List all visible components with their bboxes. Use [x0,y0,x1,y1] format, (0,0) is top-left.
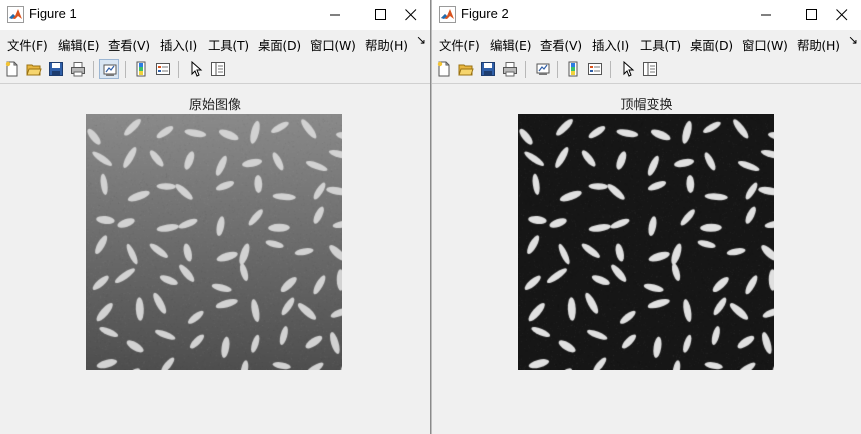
printer-icon [70,61,86,77]
property-panel-icon [210,61,226,77]
folder-open-icon [26,61,42,77]
menu-help[interactable]: 帮助(H) [797,35,840,54]
toolbar-separator [93,61,94,78]
toolbar [432,56,861,84]
colorbar-icon [565,61,581,77]
menu-edit[interactable]: 编辑(E) [58,35,99,54]
new-figure-button[interactable] [2,59,22,79]
insert-colorbar-button[interactable] [563,59,583,79]
link-plot-button[interactable] [533,59,553,79]
minimize-icon [760,9,772,21]
save-icon [480,61,496,77]
new-file-icon [436,61,452,77]
close-icon [836,9,848,21]
menu-file[interactable]: 文件(F) [7,35,47,54]
property-inspector-button[interactable] [208,59,228,79]
arrow-cursor-icon [188,61,204,77]
close-icon [405,9,417,21]
new-file-icon [4,61,20,77]
property-inspector-button[interactable] [640,59,660,79]
maximize-button[interactable] [795,2,829,28]
print-button[interactable] [68,59,88,79]
minimize-button[interactable] [749,2,783,28]
menu-window[interactable]: 窗口(W) [742,35,788,54]
minimize-icon [329,9,341,21]
menu-insert[interactable]: 插入(I) [160,35,197,54]
menu-window[interactable]: 窗口(W) [310,35,356,54]
maximize-icon [806,9,818,21]
menu-overflow-icon[interactable]: ↘ [416,33,426,47]
maximize-button[interactable] [364,2,398,28]
axes-title: 顶帽变换 [432,94,861,113]
toolbar-separator [525,61,526,78]
link-plot-icon [535,61,551,77]
close-button[interactable] [394,2,428,28]
insert-legend-button[interactable] [585,59,605,79]
menu-desktop[interactable]: 桌面(D) [690,35,733,54]
rice-original-image[interactable] [86,114,342,370]
link-plot-button[interactable] [99,59,119,79]
legend-icon [155,61,171,77]
edit-plot-button[interactable] [618,59,638,79]
menu-view[interactable]: 查看(V) [540,35,582,54]
menu-edit[interactable]: 编辑(E) [490,35,531,54]
figure-window-2[interactable]: Figure 2 文件(F) 编辑(E) 查看(V) 插入(I) 工具(T) 桌… [431,0,861,434]
menu-view[interactable]: 查看(V) [108,35,150,54]
minimize-button[interactable] [318,2,352,28]
menu-insert[interactable]: 插入(I) [592,35,629,54]
new-figure-button[interactable] [434,59,454,79]
menu-overflow-icon[interactable]: ↘ [848,33,858,47]
title-bar[interactable]: Figure 2 [432,0,861,30]
arrow-cursor-icon [620,61,636,77]
save-button[interactable] [46,59,66,79]
toolbar-separator [178,61,179,78]
property-panel-icon [642,61,658,77]
insert-colorbar-button[interactable] [131,59,151,79]
axes-title: 原始图像 [0,94,430,113]
save-icon [48,61,64,77]
matlab-logo-icon [439,6,456,23]
menu-bar: 文件(F) 编辑(E) 查看(V) 插入(I) 工具(T) 桌面(D) 窗口(W… [0,30,430,55]
legend-icon [587,61,603,77]
close-button[interactable] [825,2,859,28]
menu-help[interactable]: 帮助(H) [365,35,408,54]
folder-open-icon [458,61,474,77]
maximize-icon [375,9,387,21]
figure-window-1[interactable]: Figure 1 文件(F) 编辑(E) 查看(V) 插入(I) 工具(T) 桌… [0,0,431,434]
print-button[interactable] [500,59,520,79]
matlab-logo-icon [7,6,24,23]
edit-plot-button[interactable] [186,59,206,79]
menu-file[interactable]: 文件(F) [439,35,479,54]
insert-legend-button[interactable] [153,59,173,79]
rice-tophat-image[interactable] [518,114,774,370]
open-file-button[interactable] [456,59,476,79]
window-title: Figure 2 [461,6,509,21]
title-bar[interactable]: Figure 1 [0,0,430,30]
menu-bar: 文件(F) 编辑(E) 查看(V) 插入(I) 工具(T) 桌面(D) 窗口(W… [432,30,861,55]
colorbar-icon [133,61,149,77]
printer-icon [502,61,518,77]
toolbar-separator [557,61,558,78]
toolbar-separator [610,61,611,78]
toolbar [0,56,430,84]
link-plot-icon [102,62,118,78]
toolbar-separator [125,61,126,78]
open-file-button[interactable] [24,59,44,79]
menu-desktop[interactable]: 桌面(D) [258,35,301,54]
menu-tools[interactable]: 工具(T) [640,35,681,54]
window-title: Figure 1 [29,6,77,21]
menu-tools[interactable]: 工具(T) [208,35,249,54]
save-button[interactable] [478,59,498,79]
